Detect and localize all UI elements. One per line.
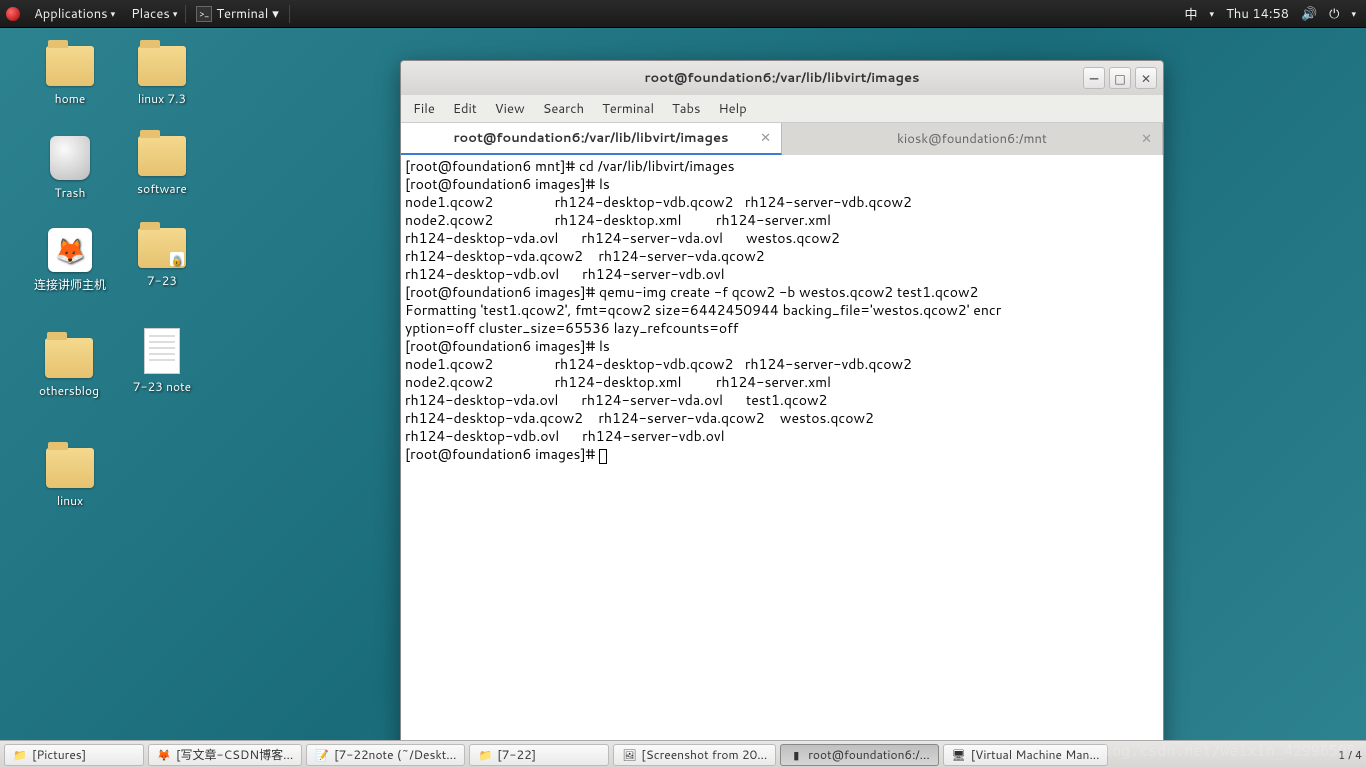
distro-logo-icon: [6, 7, 20, 21]
ime-indicator[interactable]: 中: [1185, 4, 1198, 24]
terminal-output[interactable]: [root@foundation6 mnt]# cd /var/lib/libv…: [401, 155, 1163, 765]
tab-kiosk-mnt[interactable]: kiosk@foundation6:/mnt✕: [782, 123, 1163, 155]
desktop-7-23-note[interactable]: 7-23 note: [122, 328, 202, 395]
desktop-trash[interactable]: Trash: [30, 136, 110, 201]
tab-root-images[interactable]: root@foundation6:/var/lib/libvirt/images…: [401, 123, 782, 155]
terminal-tabs: root@foundation6:/var/lib/libvirt/images…: [401, 123, 1163, 155]
system-tray: 中▾ Thu 14:58 🔊 ⏻▾: [1185, 4, 1360, 24]
top-panel: Applications▾ Places▾ >_ Terminal▾ 中▾ Th…: [0, 0, 1366, 28]
terminal-icon: ▮: [789, 748, 803, 762]
task-screenshot[interactable]: 🖼[Screenshot from 20...: [613, 744, 776, 766]
clock[interactable]: Thu 14:58: [1226, 5, 1289, 23]
desktop-linux73[interactable]: linux 7.3: [122, 46, 202, 107]
volume-icon[interactable]: 🔊: [1301, 5, 1317, 23]
bottom-panel: 📁[Pictures] 🦊[写文章-CSDN博客... 📝[7-22note (…: [0, 740, 1366, 768]
task-722[interactable]: 📁[7-22]: [469, 744, 609, 766]
desktop-software[interactable]: software: [122, 136, 202, 197]
gedit-icon: 📝: [315, 748, 329, 762]
image-icon: 🖼: [622, 748, 636, 762]
vm-icon: 🖥: [952, 748, 966, 762]
task-terminal[interactable]: ▮root@foundation6:/...: [780, 744, 938, 766]
terminal-menubar: File Edit View Search Terminal Tabs Help: [401, 95, 1163, 123]
workspace-pager[interactable]: 1 / 4: [1338, 747, 1362, 763]
menu-search[interactable]: Search: [543, 100, 584, 118]
desktop-linux[interactable]: linux: [30, 448, 110, 509]
desktop-7-23[interactable]: 🔒7-23: [122, 228, 202, 289]
desktop[interactable]: home linux 7.3 Trash software 🦊连接讲师主机 🔒7…: [0, 28, 1366, 740]
menu-edit[interactable]: Edit: [453, 100, 477, 118]
task-virt-manager[interactable]: 🖥[Virtual Machine Man...: [943, 744, 1109, 766]
folder-icon: 📁: [478, 748, 492, 762]
menu-terminal[interactable]: Terminal: [602, 100, 654, 118]
menu-view[interactable]: View: [495, 100, 525, 118]
places-menu[interactable]: Places▾: [123, 5, 185, 23]
close-button[interactable]: ✕: [1135, 67, 1157, 89]
panel-terminal-task[interactable]: >_ Terminal▾: [185, 5, 289, 23]
window-titlebar[interactable]: root@foundation6:/var/lib/libvirt/images…: [401, 61, 1163, 95]
applications-menu[interactable]: Applications▾: [26, 5, 123, 23]
maximize-button[interactable]: □: [1109, 67, 1131, 89]
firefox-icon: 🦊: [157, 748, 171, 762]
menu-tabs[interactable]: Tabs: [672, 100, 700, 118]
terminal-icon: >_: [196, 6, 212, 22]
folder-icon: 📁: [13, 748, 27, 762]
terminal-window: root@foundation6:/var/lib/libvirt/images…: [400, 60, 1164, 766]
task-csdn[interactable]: 🦊[写文章-CSDN博客...: [148, 744, 302, 766]
task-gedit-722note[interactable]: 📝[7-22note (~/Deskt...: [306, 744, 465, 766]
desktop-home[interactable]: home: [30, 46, 110, 107]
minimize-button[interactable]: —: [1083, 67, 1105, 89]
tab-close-icon[interactable]: ✕: [1141, 130, 1152, 148]
lock-icon: 🔒: [170, 252, 184, 266]
desktop-connect-host[interactable]: 🦊连接讲师主机: [22, 228, 118, 293]
tab-close-icon[interactable]: ✕: [760, 129, 771, 147]
desktop-othersblog[interactable]: othersblog: [24, 338, 114, 399]
power-icon[interactable]: ⏻: [1329, 5, 1339, 23]
window-title: root@foundation6:/var/lib/libvirt/images: [645, 69, 920, 87]
menu-help[interactable]: Help: [718, 100, 746, 118]
task-pictures[interactable]: 📁[Pictures]: [4, 744, 144, 766]
menu-file[interactable]: File: [413, 100, 435, 118]
